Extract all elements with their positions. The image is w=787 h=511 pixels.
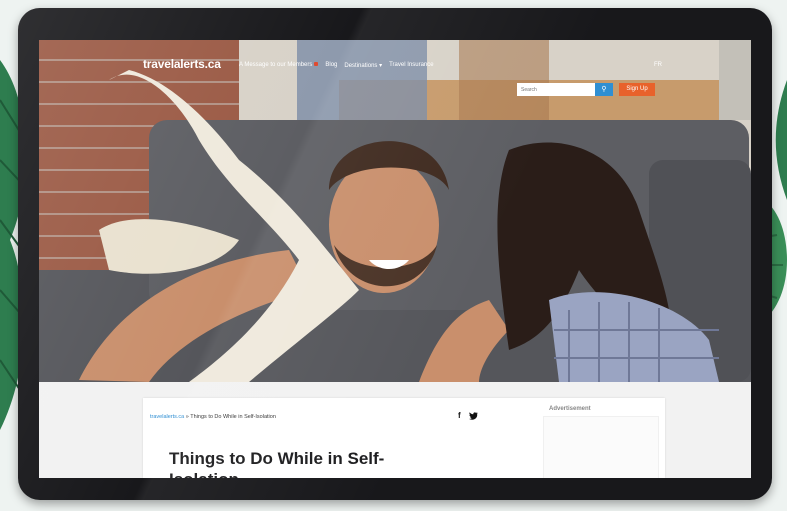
- sign-up-button[interactable]: Sign Up: [619, 83, 655, 96]
- nav-link-blog[interactable]: Blog: [325, 62, 337, 69]
- browser-screen: travelalerts.ca A Message to our Members…: [39, 40, 751, 478]
- breadcrumb-home-link[interactable]: travelalerts.ca: [150, 414, 184, 420]
- main-nav: A Message to our Members Blog Destinatio…: [239, 62, 434, 69]
- twitter-bird-shape: [468, 412, 478, 420]
- share-buttons: f: [458, 412, 478, 422]
- nav-link-label: A Message to our Members: [239, 62, 313, 68]
- search-button[interactable]: ⚲: [595, 83, 613, 96]
- nav-link-destinations[interactable]: Destinations ▾: [344, 62, 382, 69]
- site-logo[interactable]: travelalerts.ca: [143, 57, 221, 71]
- facebook-icon[interactable]: f: [458, 412, 461, 422]
- nav-link-member-message[interactable]: A Message to our Members: [239, 62, 319, 69]
- breadcrumb: travelalerts.ca » Things to Do While in …: [150, 414, 276, 420]
- hero-image: travelalerts.ca A Message to our Members…: [39, 40, 751, 382]
- advertisement-slot: [543, 416, 659, 478]
- nav-link-label: Destinations: [344, 63, 378, 69]
- article-card: travelalerts.ca » Things to Do While in …: [143, 398, 665, 478]
- page-title: Things to Do While in Self-Isolation: [169, 449, 385, 478]
- search-bar: ⚲: [517, 83, 613, 96]
- breadcrumb-separator: »: [185, 414, 189, 420]
- chevron-down-icon: ▾: [377, 63, 383, 69]
- flag-icon: [314, 62, 319, 67]
- twitter-icon[interactable]: [468, 412, 478, 422]
- breadcrumb-current: Things to Do While in Self-Isolation: [190, 414, 276, 420]
- laptop-bezel: travelalerts.ca A Message to our Members…: [18, 8, 772, 500]
- search-input[interactable]: [517, 83, 595, 96]
- magnifier-icon: ⚲: [601, 86, 607, 93]
- advertisement-label: Advertisement: [549, 406, 591, 412]
- language-toggle[interactable]: FR: [654, 62, 662, 68]
- nav-link-travel-insurance[interactable]: Travel Insurance: [389, 62, 433, 69]
